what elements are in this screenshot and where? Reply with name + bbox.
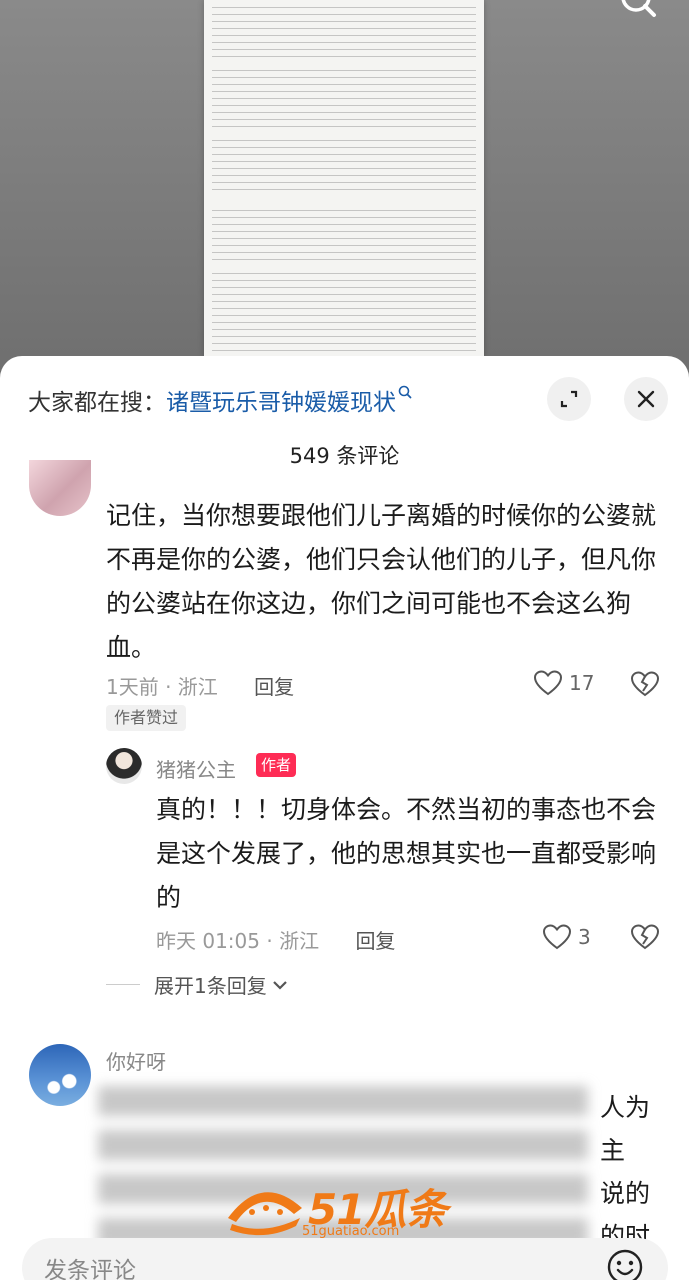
author-badge: 作者 — [256, 753, 297, 777]
like-button[interactable]: 3 — [542, 923, 591, 951]
comment-time-location: 1天前 · 浙江 — [106, 675, 218, 699]
video-background — [0, 0, 689, 372]
search-icon[interactable] — [619, 0, 661, 20]
avatar[interactable] — [29, 460, 91, 516]
comment-count: 549 条评论 — [289, 444, 400, 468]
comments-sheet: 大家都在搜：诸暨玩乐哥钟媛媛现状 549 条评论 记住，当你想要跟他们儿子离婚的… — [0, 356, 689, 1280]
expand-button[interactable] — [547, 377, 591, 421]
comment-input[interactable]: 发条评论 — [22, 1238, 668, 1280]
like-button[interactable]: 17 — [533, 669, 594, 697]
trending-search-prefix: 大家都在搜： — [28, 390, 166, 416]
watermark-url: 51guatiao.com — [302, 1224, 400, 1239]
trending-search-query[interactable]: 诸暨玩乐哥钟媛媛现状 — [166, 390, 396, 416]
broken-heart-icon[interactable] — [630, 670, 660, 698]
commenter-name[interactable]: 你好呀 — [106, 1046, 166, 1075]
reply-time-location: 昨天 01:05 · 浙江 — [156, 929, 320, 953]
broken-heart-icon[interactable] — [630, 923, 660, 951]
chevron-down-icon — [272, 980, 287, 990]
comment-fragment: 说的 — [600, 1179, 651, 1208]
close-button[interactable] — [624, 377, 668, 421]
document-screenshot — [204, 0, 484, 358]
comment-input-placeholder: 发条评论 — [44, 1258, 136, 1280]
reply-text: 真的！！！切身体会。不然当初的事态也不会是这个发展了，他的思想其实也一直都受影响… — [156, 795, 657, 912]
expand-icon — [560, 390, 578, 408]
comment-text: 记住，当你想要跟他们儿子离婚的时候你的公婆就不再是你的公婆，他们只会认他们的儿子… — [106, 501, 657, 662]
expand-replies-label: 展开1条回复 — [154, 974, 267, 998]
reply-meta: 昨天 01:05 · 浙江 回复 — [156, 925, 395, 954]
watermark: 51瓜条 51guatiao.com — [222, 1176, 472, 1244]
reply-button[interactable]: 回复 — [254, 675, 294, 699]
like-count: 3 — [578, 925, 591, 949]
trending-search[interactable]: 大家都在搜：诸暨玩乐哥钟媛媛现状 — [28, 383, 412, 417]
close-icon — [637, 390, 655, 408]
avatar[interactable] — [29, 1044, 91, 1106]
reply-button[interactable]: 回复 — [355, 929, 395, 953]
comment-meta: 1天前 · 浙江 回复 — [106, 671, 294, 700]
author-name[interactable]: 猪猪公主 — [156, 754, 236, 783]
search-icon — [398, 385, 412, 399]
like-count: 17 — [569, 671, 595, 695]
watermark-logo-icon — [228, 1192, 302, 1236]
heart-icon — [542, 924, 572, 950]
heart-icon — [533, 670, 563, 696]
emoji-icon[interactable] — [606, 1248, 644, 1280]
expand-replies-button[interactable]: 展开1条回复 — [106, 970, 289, 999]
comment-fragment: 人为主 — [600, 1093, 651, 1165]
avatar[interactable] — [106, 748, 142, 784]
author-liked-badge: 作者赞过 — [106, 705, 187, 731]
divider — [106, 984, 140, 985]
